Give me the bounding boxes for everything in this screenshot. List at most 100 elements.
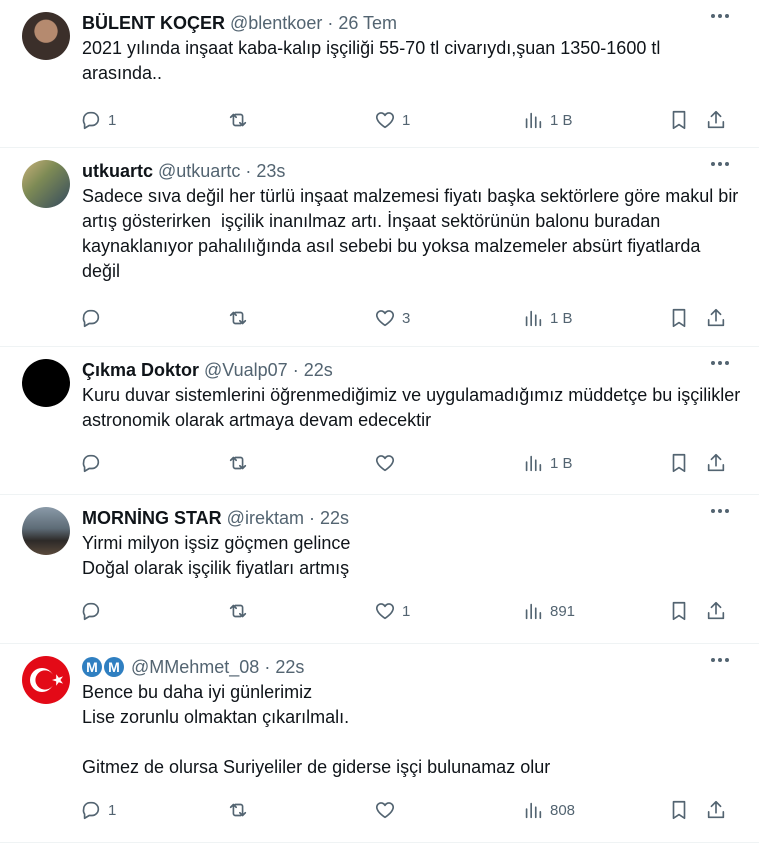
reply-icon [82,309,100,328]
views-button[interactable]: 891 [522,583,575,639]
view-count: 1 B [550,309,573,327]
like-button[interactable] [374,435,402,491]
view-count: 1 B [550,454,573,472]
separator-dot: · [308,508,315,528]
like-button[interactable] [374,782,402,838]
turkish-flag-icon [30,668,63,692]
tweet[interactable]: Çıkma Doktor @Vualp07 · 22s Kuru duvar s… [0,347,759,495]
heart-icon [375,603,395,620]
tweet-text: Sadece sıva değil her türlü inşaat malze… [82,186,744,281]
user-handle[interactable]: @blentkoer [230,12,322,34]
tweet[interactable]: BÜLENT KOÇER @blentkoer · 26 Tem 2021 yı… [0,0,759,148]
reply-button[interactable] [80,583,108,639]
tweet[interactable]: MORNİNG STAR @irektam · 22s Yirmi milyon… [0,495,759,644]
analytics-icon [525,603,542,620]
share-button[interactable] [705,435,727,491]
bookmark-icon [672,800,686,820]
retweet-button[interactable] [227,290,249,346]
retweet-button[interactable] [227,583,249,639]
like-button[interactable]: 1 [374,583,410,639]
user-handle[interactable]: @Vualp07 [204,359,288,381]
like-count: 1 [402,602,411,620]
like-count: 3 [402,309,411,327]
retweet-button[interactable] [227,782,249,838]
share-button[interactable] [705,782,727,838]
avatar[interactable] [22,507,70,555]
separator-dot: · [245,161,252,181]
avatar[interactable] [22,656,70,704]
avatar[interactable] [22,160,70,208]
timestamp[interactable]: 22s [275,656,304,678]
analytics-icon [525,455,542,472]
separator-dot: · [292,360,299,380]
timestamp[interactable]: 23s [256,160,285,182]
tweet[interactable]: M M @MMehmet_08 · 22s Bence bu daha iyi … [0,644,759,843]
avatar[interactable] [22,359,70,407]
reply-count: 1 [108,801,117,819]
bookmark-button[interactable] [668,435,690,491]
views-button[interactable]: 808 [522,782,575,838]
heart-icon [375,310,395,327]
share-icon [707,453,725,472]
user-handle[interactable]: @irektam [227,507,304,529]
retweet-icon [229,311,247,325]
reply-count: 1 [108,111,117,129]
display-name[interactable]: utkuartc [82,160,153,182]
more-options-button[interactable] [711,509,729,513]
analytics-icon [525,310,542,327]
retweet-button[interactable] [227,435,249,491]
separator-dot: · [264,657,271,677]
separator-dot: · [327,13,334,33]
heart-icon [375,112,395,129]
retweet-icon [229,456,247,470]
share-button[interactable] [705,290,727,346]
reply-button[interactable] [80,290,108,346]
share-icon [707,800,725,819]
more-options-button[interactable] [711,162,729,166]
bookmark-icon [672,308,686,328]
bookmark-button[interactable] [668,583,690,639]
reply-button[interactable]: 1 [80,782,116,838]
timestamp[interactable]: 22s [304,359,333,381]
like-button[interactable]: 1 [374,92,410,148]
reply-button[interactable]: 1 [80,92,116,148]
heart-icon [375,802,395,819]
reply-icon [82,602,100,621]
analytics-icon [525,802,542,819]
like-button[interactable]: 3 [374,290,410,346]
views-button[interactable]: 1 B [522,290,573,346]
avatar[interactable] [22,12,70,60]
retweet-icon [229,803,247,817]
share-button[interactable] [705,583,727,639]
bookmark-button[interactable] [668,782,690,838]
action-bar: 3 1 B [82,290,743,346]
retweet-button[interactable] [227,92,249,148]
timestamp[interactable]: 22s [320,507,349,529]
share-button[interactable] [705,92,727,148]
views-button[interactable]: 1 B [522,435,573,491]
bookmark-button[interactable] [668,290,690,346]
action-bar: 1 891 [82,583,743,639]
reply-button[interactable] [80,435,108,491]
display-name[interactable]: Çıkma Doktor [82,359,199,381]
display-name[interactable]: MORNİNG STAR [82,507,222,529]
tweet[interactable]: utkuartc @utkuartc · 23s Sadece sıva değ… [0,148,759,347]
view-count: 1 B [550,111,573,129]
more-options-button[interactable] [711,14,729,18]
user-handle[interactable]: @MMehmet_08 [131,656,259,678]
user-handle[interactable]: @utkuartc [158,160,240,182]
timeline: BÜLENT KOÇER @blentkoer · 26 Tem 2021 yı… [0,0,759,843]
bookmark-button[interactable] [668,92,690,148]
more-options-button[interactable] [711,361,729,365]
display-name[interactable]: BÜLENT KOÇER [82,12,225,34]
timestamp[interactable]: 26 Tem [338,12,397,34]
like-count: 1 [402,111,411,129]
reply-icon [82,111,100,130]
heart-icon [375,455,395,472]
bookmark-icon [672,601,686,621]
reply-icon [82,801,100,820]
more-options-button[interactable] [711,658,729,662]
views-button[interactable]: 1 B [522,92,573,148]
share-icon [707,110,725,129]
reply-icon [82,454,100,473]
